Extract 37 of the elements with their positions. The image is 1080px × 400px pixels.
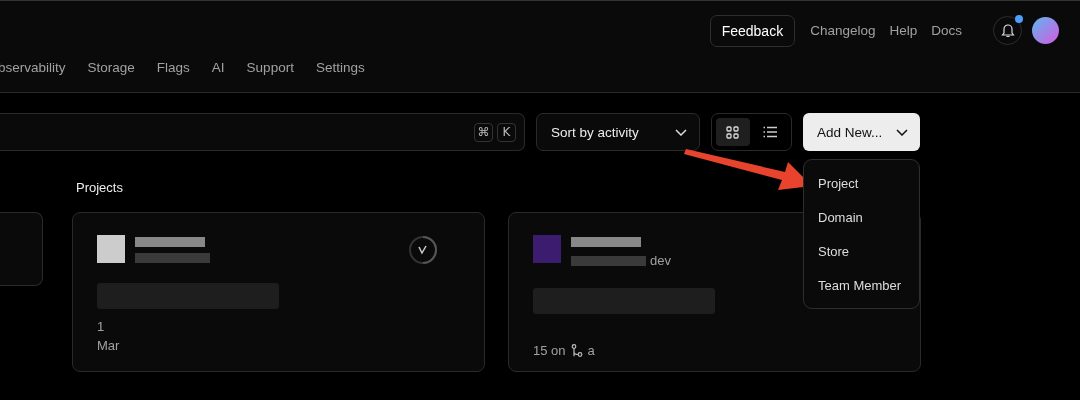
domain-text: dev — [650, 253, 671, 268]
grid-icon — [726, 125, 740, 139]
redacted-block — [135, 237, 205, 247]
nav-tab[interactable]: Settings — [315, 60, 365, 75]
menu-item[interactable]: Store — [804, 234, 919, 268]
nav-tab[interactable]: Flags — [156, 60, 190, 75]
header-link[interactable]: Docs — [926, 19, 967, 42]
header-link[interactable]: Changelog — [805, 19, 881, 42]
sort-dropdown[interactable]: Sort by activity — [536, 113, 700, 151]
nav-tab[interactable]: Storage — [87, 60, 135, 75]
nav-tab[interactable]: AI — [211, 60, 225, 75]
project-card[interactable]: 1 Mar — [72, 212, 485, 372]
add-new-button[interactable]: Add New... — [803, 113, 920, 151]
menu-item[interactable]: Team Member — [804, 268, 919, 302]
bell-icon — [1000, 23, 1015, 38]
branch-name: a — [587, 343, 595, 358]
nav-tab[interactable]: Support — [246, 60, 294, 75]
menu-item[interactable]: Project — [804, 166, 919, 200]
feedback-button[interactable]: Feedback — [709, 14, 796, 47]
count-text: 1 — [97, 319, 106, 334]
notifications-button[interactable] — [993, 16, 1022, 45]
section-title: Projects — [76, 180, 123, 195]
list-icon — [763, 126, 778, 138]
redacted-logo — [97, 235, 125, 263]
chevron-down-icon — [896, 128, 908, 136]
header-link[interactable]: Help — [884, 19, 923, 42]
branch-icon — [570, 344, 583, 357]
date-text: 15 on — [533, 343, 566, 358]
redacted-block — [571, 237, 641, 247]
redacted-logo — [533, 235, 561, 263]
grid-view-button[interactable] — [716, 118, 750, 146]
date-text: Mar — [97, 338, 120, 353]
search-field[interactable]: ⌘ K — [0, 113, 525, 151]
chevron-down-icon — [675, 128, 687, 136]
shortcut-key: K — [497, 122, 516, 142]
shortcut-key: ⌘ — [474, 122, 493, 142]
avatar[interactable] — [1032, 17, 1059, 44]
